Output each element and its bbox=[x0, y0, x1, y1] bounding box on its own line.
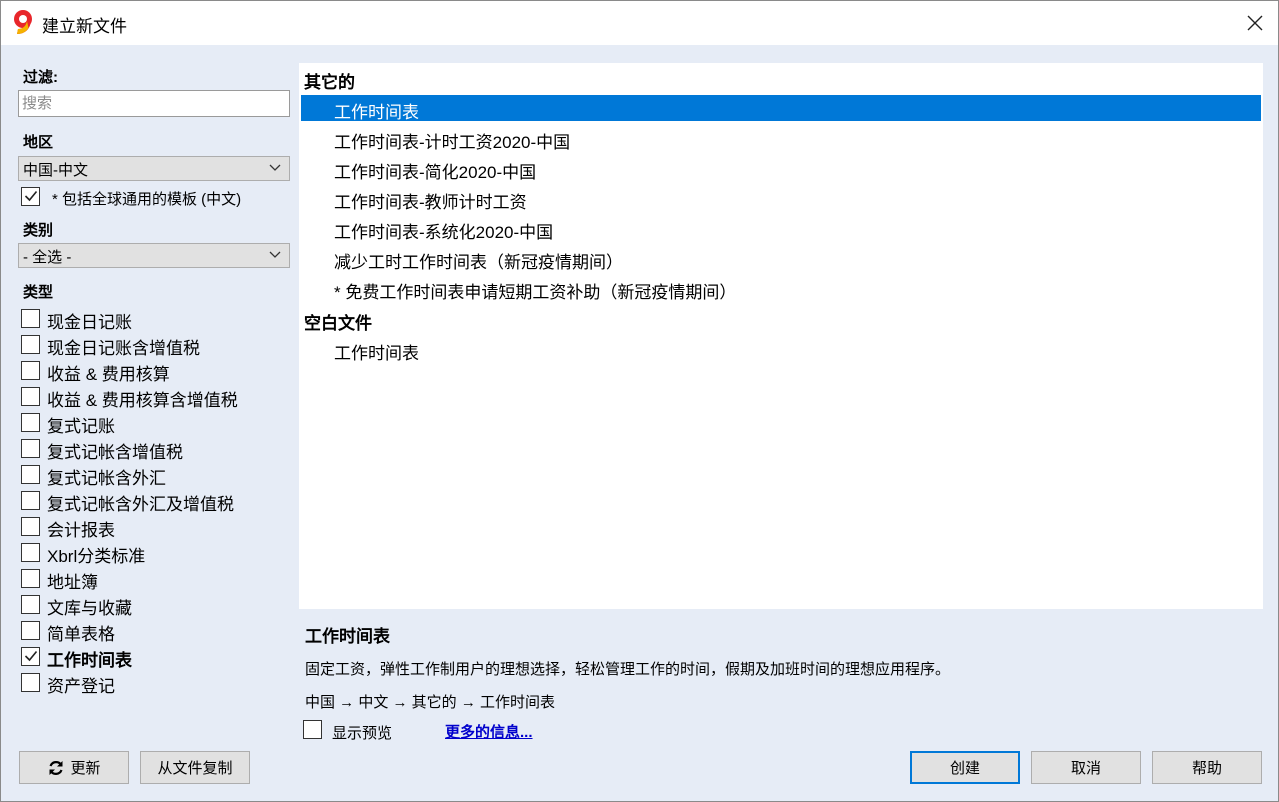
type-checkbox[interactable] bbox=[21, 361, 40, 380]
cancel-button[interactable]: 取消 bbox=[1031, 751, 1141, 784]
category-dropdown[interactable]: - 全选 - bbox=[18, 243, 290, 268]
type-label-text: 复式记帐含外汇及增值税 bbox=[47, 495, 234, 514]
type-checkbox[interactable] bbox=[21, 621, 40, 640]
close-button[interactable] bbox=[1232, 1, 1278, 45]
category-value: - 全选 - bbox=[23, 249, 72, 266]
type-checkbox[interactable] bbox=[21, 543, 40, 562]
template-item[interactable]: 工作时间表-计时工资2020-中国 bbox=[301, 125, 1261, 152]
type-label-text: 复式记帐含外汇 bbox=[47, 469, 166, 488]
type-checkbox[interactable] bbox=[21, 517, 40, 536]
update-button[interactable]: 更新 bbox=[19, 751, 129, 784]
type-checkbox[interactable] bbox=[21, 569, 40, 588]
type-label-text: Xbrl分类标准 bbox=[47, 547, 146, 566]
category-label: 类别 bbox=[23, 222, 54, 239]
type-label-text: 复式记帐含增值税 bbox=[47, 443, 183, 462]
type-label-text: 收益 & 费用核算 bbox=[47, 365, 170, 384]
template-item[interactable]: 工作时间表-简化2020-中国 bbox=[301, 155, 1261, 182]
chevron-down-icon bbox=[269, 251, 281, 258]
region-label: 地区 bbox=[23, 134, 54, 151]
type-checkbox[interactable] bbox=[21, 673, 40, 692]
close-icon bbox=[1247, 15, 1263, 31]
title-bar: 建立新文件 bbox=[1, 1, 1278, 45]
type-label-text: 文库与收藏 bbox=[47, 599, 132, 618]
refresh-icon bbox=[49, 760, 64, 775]
type-checkbox[interactable] bbox=[21, 465, 40, 484]
create-button[interactable]: 创建 bbox=[910, 751, 1020, 784]
description-path: 中国 → 中文 → 其它的 → 工作时间表 bbox=[305, 694, 556, 711]
new-file-dialog: 建立新文件 过滤: 地区 中国-中文 * 包括全球通用的模板 (中文) 类别 -… bbox=[0, 0, 1279, 802]
show-preview-label: 显示预览 bbox=[332, 725, 393, 742]
description-title: 工作时间表 bbox=[305, 627, 390, 646]
help-button[interactable]: 帮助 bbox=[1152, 751, 1262, 784]
global-templates-label: * 包括全球通用的模板 (中文) bbox=[52, 191, 242, 208]
type-checkbox[interactable] bbox=[21, 491, 40, 510]
template-item[interactable]: * 免费工作时间表申请短期工资补助（新冠疫情期间） bbox=[301, 275, 1261, 302]
description-text: 固定工资，弹性工作制用户的理想选择，轻松管理工作的时间，假期及加班时间的理想应用… bbox=[305, 661, 951, 678]
group-header: 其它的 bbox=[304, 73, 355, 92]
type-checkbox[interactable] bbox=[21, 309, 40, 328]
more-info-link[interactable]: 更多的信息... bbox=[445, 721, 533, 742]
filter-label: 过滤: bbox=[23, 69, 58, 86]
copy-from-file-button[interactable]: 从文件复制 bbox=[140, 751, 250, 784]
type-label-text: 资产登记 bbox=[47, 677, 115, 696]
type-checkbox[interactable] bbox=[21, 335, 40, 354]
type-label-text: 现金日记账含增值税 bbox=[47, 339, 200, 358]
region-value: 中国-中文 bbox=[23, 162, 88, 179]
show-preview-checkbox[interactable] bbox=[303, 720, 322, 739]
search-input[interactable] bbox=[18, 90, 290, 117]
type-label-text: 收益 & 费用核算含增值税 bbox=[47, 391, 238, 410]
checkmark-icon bbox=[24, 190, 38, 202]
type-label-text: 简单表格 bbox=[47, 625, 115, 644]
region-dropdown[interactable]: 中国-中文 bbox=[18, 156, 290, 181]
type-checkbox[interactable] bbox=[21, 595, 40, 614]
type-label-text: 地址簿 bbox=[47, 573, 98, 592]
template-item-selected[interactable]: 工作时间表 bbox=[301, 95, 1261, 122]
type-label: 类型 bbox=[23, 284, 54, 301]
template-item[interactable]: 减少工时工作时间表（新冠疫情期间） bbox=[301, 245, 1261, 272]
type-checkbox[interactable] bbox=[21, 387, 40, 406]
type-label-text: 会计报表 bbox=[47, 521, 115, 540]
template-item[interactable]: 工作时间表-教师计时工资 bbox=[301, 185, 1261, 212]
template-item[interactable]: 工作时间表 bbox=[301, 336, 1261, 363]
type-checkbox[interactable] bbox=[21, 439, 40, 458]
type-label-text: 复式记账 bbox=[47, 417, 115, 436]
group-header: 空白文件 bbox=[304, 314, 372, 333]
template-item[interactable]: 工作时间表-系统化2020-中国 bbox=[301, 215, 1261, 242]
template-list[interactable]: 其它的 工作时间表 工作时间表-计时工资2020-中国 工作时间表-简化2020… bbox=[299, 63, 1263, 609]
chevron-down-icon bbox=[269, 164, 281, 171]
type-checkbox[interactable] bbox=[21, 413, 40, 432]
checkmark-icon bbox=[24, 650, 38, 662]
update-button-label: 更新 bbox=[70, 760, 101, 777]
type-checkbox[interactable] bbox=[21, 647, 40, 666]
window-title: 建立新文件 bbox=[42, 17, 127, 36]
global-templates-checkbox[interactable] bbox=[21, 187, 40, 206]
app-logo-icon bbox=[14, 10, 32, 34]
type-label-text: 现金日记账 bbox=[47, 313, 132, 332]
type-label-text: 工作时间表 bbox=[47, 651, 132, 670]
